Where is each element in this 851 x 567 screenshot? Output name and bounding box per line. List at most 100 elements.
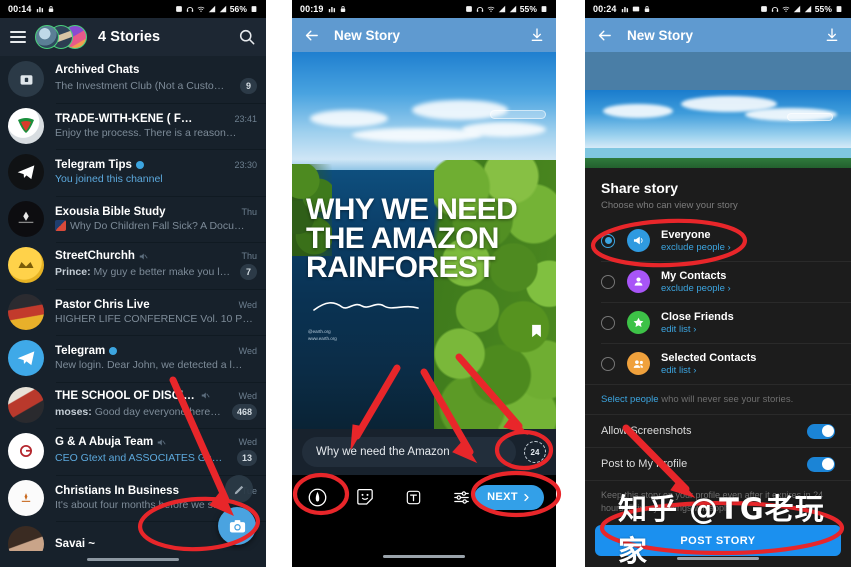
radio-button[interactable] — [601, 356, 615, 371]
status-left-icons — [328, 5, 347, 13]
share-option-close-friends[interactable]: Close Friends edit list › — [585, 302, 851, 343]
caption-text: Why we need the Amazon — [316, 446, 450, 458]
share-option-my-contacts[interactable]: My Contacts exclude people › — [585, 261, 851, 302]
home-indicator[interactable] — [677, 556, 759, 560]
stories-label[interactable]: 4 Stories — [98, 29, 160, 45]
draw-tool-icon[interactable] — [304, 484, 330, 510]
share-option-sub[interactable]: exclude people › — [661, 283, 731, 294]
avatar — [8, 293, 44, 330]
chat-row-body: Telegram Tips 23:30 You joined this chan… — [55, 159, 257, 185]
sheet-subtitle: Choose who can view your story — [601, 200, 738, 211]
chat-row-body: Pastor Chris Live Wed HIGHER LIFE CONFER… — [55, 299, 257, 325]
gtext-logo-icon — [19, 445, 33, 458]
status-battery: 55% — [814, 4, 832, 14]
chat-row-school-of-disciples[interactable]: THE SCHOOL OF DISCIPLES… Wed moses: Good… — [0, 381, 266, 429]
back-arrow-icon[interactable] — [596, 27, 613, 44]
sheet-title: Share story — [601, 180, 679, 196]
radio-button[interactable] — [601, 233, 615, 248]
chat-message-sender: moses: — [55, 405, 92, 418]
chat-row-bottom: CEO Gtext and ASSOCIATES Ga… 13 — [55, 450, 257, 467]
chat-message-text: My guy e better make you l… — [93, 266, 231, 279]
chat-row-body: TRADE-WITH-KENE ( FREE G… 23:41 Enjoy th… — [55, 113, 257, 139]
chat-row-streetchurchh[interactable]: StreetChurchh Thu Prince: My guy e bette… — [0, 242, 266, 289]
signal-icon — [498, 5, 505, 13]
image-icon — [632, 6, 639, 12]
unread-badge: 13 — [236, 450, 257, 467]
share-sheet-header: New Story — [585, 18, 851, 52]
toggle-switch[interactable] — [807, 456, 835, 472]
chat-row-archived[interactable]: Archived Chats The Investment Club (Not … — [0, 56, 266, 103]
edit-fab-button[interactable] — [225, 475, 253, 503]
share-option-sub[interactable]: exclude people › — [661, 242, 731, 253]
avatar — [8, 247, 44, 284]
toggle-switch[interactable] — [807, 423, 835, 439]
status-clock: 00:19 — [300, 4, 324, 14]
radio-button[interactable] — [601, 274, 615, 289]
select-people-link[interactable]: Select people — [601, 394, 659, 405]
share-option-sub[interactable]: edit list › — [661, 324, 734, 335]
chat-row-exousia-bible-study[interactable]: Exousia Bible Study Thu Why Do Children … — [0, 195, 266, 243]
camera-fab-button[interactable] — [218, 507, 256, 545]
share-option-everyone[interactable]: Everyone exclude people › — [585, 220, 851, 261]
download-icon[interactable] — [823, 27, 840, 44]
post-story-button[interactable]: POST STORY — [595, 525, 841, 557]
alarm-icon — [175, 6, 182, 12]
chat-row-telegram[interactable]: Telegram Wed New login. Dear John, we de… — [0, 335, 266, 382]
back-arrow-icon[interactable] — [303, 27, 320, 44]
share-option-text: My Contacts exclude people › — [661, 270, 731, 294]
avatar — [8, 61, 44, 98]
unread-badge: 468 — [231, 403, 257, 420]
share-option-name: My Contacts — [661, 269, 727, 282]
chat-row-pastor-chris-live[interactable]: Pastor Chris Live Wed HIGHER LIFE CONFER… — [0, 288, 266, 336]
exclude-people-note: Select people who will never see your st… — [585, 384, 851, 414]
story-avatar-1 — [35, 25, 59, 49]
home-indicator[interactable] — [383, 554, 465, 558]
chat-row-top: Exousia Bible Study Thu — [55, 206, 257, 218]
battery-icon — [836, 6, 842, 13]
chat-row-ga-abuja-team[interactable]: G & A Abuja Team Wed CEO Gtext and ASSOC… — [0, 428, 266, 475]
toggle-row-post-to-my-profile[interactable]: Post to My Profile — [585, 447, 851, 480]
story-photo-preview[interactable]: WHY WE NEED THE AMAZON RAINFOREST @earth… — [292, 52, 556, 429]
home-indicator[interactable] — [87, 557, 179, 561]
chat-time: Wed — [238, 437, 257, 448]
share-option-sub[interactable]: edit list › — [661, 365, 756, 376]
share-option-name: Selected Contacts — [661, 351, 757, 364]
post-to-profile-note: Keep this story on your profile even aft… — [585, 480, 851, 519]
toggle-row-allow-screenshots[interactable]: Allow Screenshots — [585, 414, 851, 447]
chat-row-body: StreetChurchh Thu Prince: My guy e bette… — [55, 250, 257, 281]
verified-icon — [109, 347, 118, 356]
share-option-selected-contacts[interactable]: Selected Contacts edit list › — [585, 343, 851, 384]
radio-button[interactable] — [601, 315, 615, 330]
caption-input[interactable]: Why we need the Amazon — [302, 437, 516, 467]
stories-avatar-group[interactable] — [35, 25, 89, 49]
status-bar: 00:14 56% — [0, 0, 266, 18]
chat-name: THE SCHOOL OF DISCIPLES… — [55, 389, 197, 402]
chat-message-sender: Prince: — [55, 266, 91, 279]
search-icon[interactable] — [238, 28, 256, 46]
chat-time: 23:30 — [234, 160, 257, 171]
chat-row-telegram-tips[interactable]: Telegram Tips 23:30 You joined this chan… — [0, 149, 266, 196]
chart-icon — [621, 7, 628, 13]
story-photo-preview[interactable] — [585, 52, 851, 168]
person-icon — [627, 270, 650, 293]
avatar — [8, 386, 44, 423]
chat-name: StreetChurchh — [55, 250, 135, 263]
next-button[interactable]: NEXT — [474, 484, 544, 510]
text-tool-icon[interactable] — [400, 484, 426, 510]
chat-row-bottom: You joined this channel — [55, 173, 257, 185]
adjust-tool-icon[interactable] — [448, 484, 474, 510]
chat-row-top: Pastor Chris Live Wed — [55, 299, 257, 311]
chat-row-trade-with-kene[interactable]: TRADE-WITH-KENE ( FREE G… 23:41 Enjoy th… — [0, 102, 266, 150]
chat-row-top: THE SCHOOL OF DISCIPLES… Wed — [55, 390, 257, 402]
hamburger-icon[interactable] — [10, 31, 26, 43]
status-left-icons — [621, 5, 651, 13]
chat-list[interactable]: Archived Chats The Investment Club (Not … — [0, 56, 266, 567]
download-icon[interactable] — [528, 27, 545, 44]
archive-icon — [20, 75, 32, 85]
sticker-tool-icon[interactable] — [352, 484, 378, 510]
status-battery: 56% — [229, 4, 247, 14]
signal2-icon — [804, 5, 811, 13]
alarm-icon — [760, 6, 767, 12]
story-duration-24h-button[interactable]: 24 — [524, 441, 546, 463]
chat-row-top: Archived Chats — [55, 64, 257, 76]
